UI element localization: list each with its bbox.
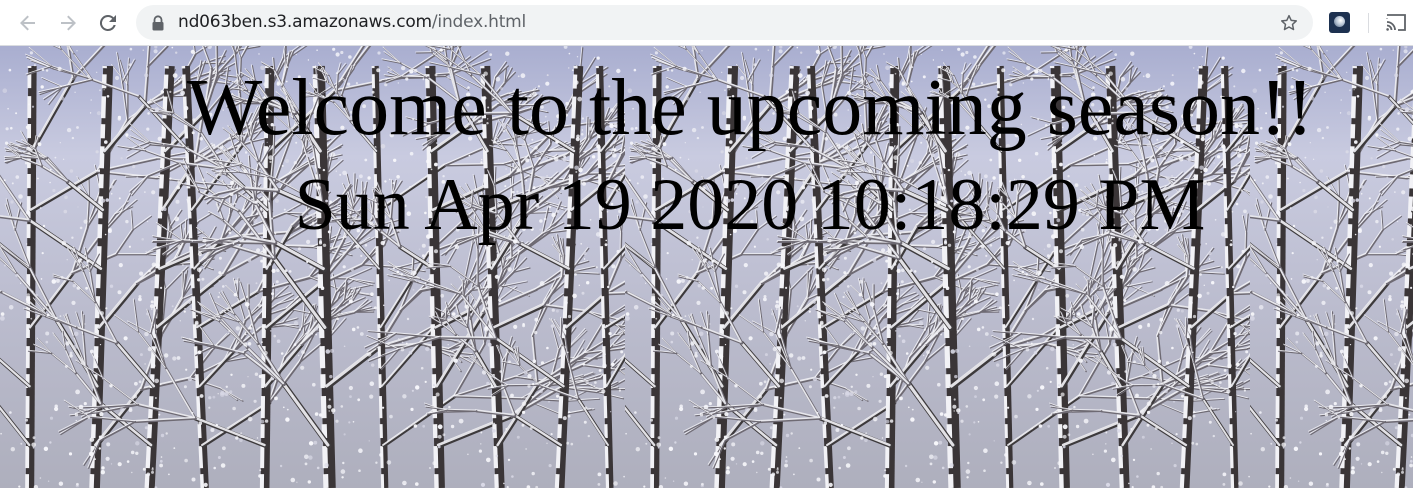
extension-icon[interactable]: [1329, 12, 1350, 33]
url-text[interactable]: nd063ben.s3.amazonaws.com/index.html: [178, 5, 526, 40]
forward-button[interactable]: [52, 7, 84, 39]
cast-icon[interactable]: [1385, 13, 1407, 33]
url-path: /index.html: [431, 12, 527, 32]
browser-toolbar: nd063ben.s3.amazonaws.com/index.html: [0, 0, 1413, 46]
url-host: nd063ben.s3.amazonaws.com: [178, 12, 432, 32]
toolbar-divider: [1368, 13, 1369, 33]
arrow-left-icon: [20, 15, 35, 31]
welcome-heading: Welcome to the upcoming season!!: [186, 64, 1314, 152]
page-content: Welcome to the upcoming season!! Sun Apr…: [0, 46, 1413, 488]
back-button[interactable]: [12, 7, 44, 39]
star-icon[interactable]: [1279, 13, 1299, 33]
datetime-text: Sun Apr 19 2020 10:18:29 PM: [294, 164, 1206, 246]
lock-icon: [152, 15, 164, 31]
reload-icon: [99, 14, 116, 31]
arrow-right-icon: [61, 15, 76, 31]
reload-button[interactable]: [92, 7, 124, 39]
address-bar[interactable]: nd063ben.s3.amazonaws.com/index.html: [136, 5, 1313, 40]
